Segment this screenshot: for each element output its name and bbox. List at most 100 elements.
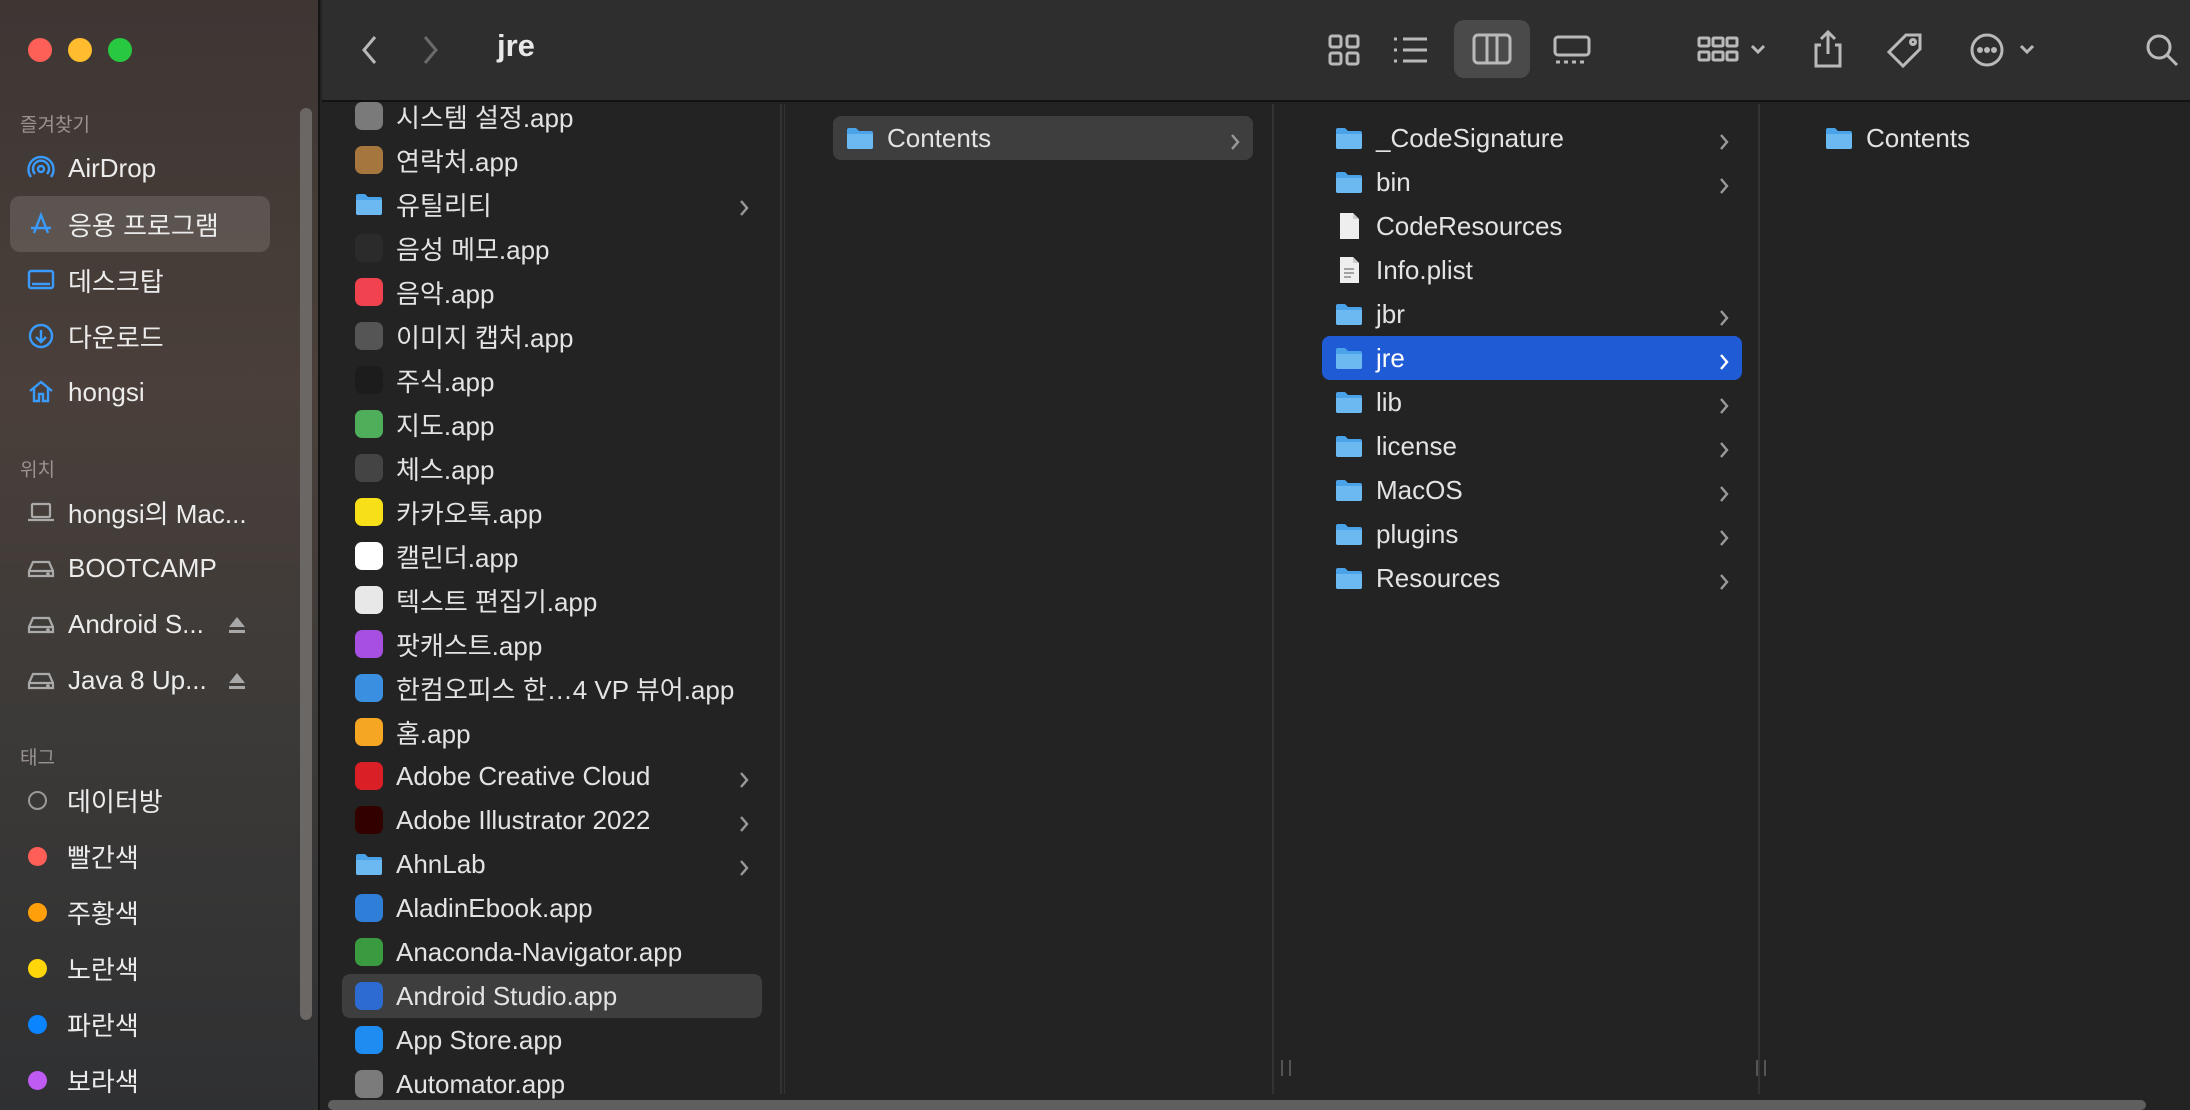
file-row[interactable]: 음성 메모.app (342, 226, 762, 270)
chevron-right-icon (1718, 348, 1730, 370)
file-row[interactable]: 이미지 캡처.app (342, 314, 762, 358)
more-actions-button[interactable] (1966, 28, 2042, 72)
file-row[interactable]: 팟캐스트.app (342, 622, 762, 666)
folder-row[interactable]: jre (1322, 336, 1742, 380)
file-row[interactable]: 시스템 설정.app (342, 94, 762, 138)
chevron-right-icon (1718, 172, 1730, 194)
file-row[interactable]: 주식.app (342, 358, 762, 402)
android-studio-icon (354, 981, 384, 1011)
file-row[interactable]: Adobe Creative Cloud (342, 754, 762, 798)
tag-color-dot (28, 902, 47, 922)
close-window-button[interactable] (28, 38, 52, 62)
folder-row[interactable]: plugins (1322, 512, 1742, 556)
file-row[interactable]: 지도.app (342, 402, 762, 446)
sidebar-item-응용-프로그램[interactable]: 응용 프로그램 (10, 196, 270, 252)
search-icon (2146, 34, 2179, 67)
home-app-icon (354, 717, 384, 747)
column-applications[interactable]: 시스템 설정.app 연락처.app 유틸리티 음성 메모.app 음악.app 이미지 … (322, 102, 804, 1099)
column-resize-handle[interactable] (1281, 1060, 1291, 1076)
file-row[interactable]: 홈.app (342, 710, 762, 754)
column-resize-handle[interactable] (1756, 1060, 1766, 1076)
file-row[interactable]: App Store.app (342, 1018, 762, 1062)
sidebar-item-label: 데스크탑 (68, 266, 164, 297)
file-row[interactable]: 체스.app (342, 446, 762, 490)
file-row[interactable]: AladinEbook.app (342, 886, 762, 930)
file-row[interactable]: Info.plist (1322, 248, 1742, 292)
sidebar-item-location[interactable]: Java 8 Up... (10, 652, 270, 708)
sidebar: 즐겨찾기 AirDrop 응용 프로그램 데스크탑 다운로드 hongsi 위치 hon… (0, 0, 320, 1110)
file-row[interactable]: 카카오톡.app (342, 490, 762, 534)
folder-icon (1334, 343, 1364, 373)
sidebar-item-location[interactable]: Android S... (10, 596, 270, 652)
share-button[interactable] (1806, 24, 1850, 74)
applications-icon (26, 209, 56, 239)
item-label: plugins (1376, 518, 1459, 549)
file-row[interactable]: Adobe Illustrator 2022 (342, 798, 762, 842)
horizontal-scrollbar[interactable] (328, 1100, 2146, 1110)
file-row[interactable]: 한컴오피스 한…4 VP 뷰어.app (342, 666, 762, 710)
sidebar-item-label: 빨간색 (67, 842, 139, 873)
chevron-right-icon (1718, 524, 1730, 546)
tag-button[interactable] (1882, 28, 1928, 74)
chevron-right-icon (738, 854, 750, 876)
file-row[interactable]: Android Studio.app (342, 974, 762, 1018)
sidebar-item-airdrop[interactable]: AirDrop (10, 140, 270, 196)
eject-icon[interactable] (226, 612, 248, 634)
folder-row[interactable]: AhnLab (342, 842, 762, 886)
eject-icon[interactable] (226, 668, 248, 690)
sidebar-item-tag[interactable]: 보라색 (10, 1052, 270, 1108)
back-button[interactable] (350, 28, 390, 72)
item-label: 음성 메모.app (396, 234, 550, 265)
icon-view-button[interactable] (1322, 28, 1366, 72)
sidebar-item-tag[interactable]: 노란색 (10, 940, 270, 996)
sidebar-item-tag[interactable]: 파란색 (10, 996, 270, 1052)
list-view-button[interactable] (1388, 28, 1432, 72)
airdrop-icon (26, 153, 56, 183)
folder-row[interactable]: bin (1322, 160, 1742, 204)
minimize-window-button[interactable] (68, 38, 92, 62)
sidebar-item-location[interactable]: hongsi의 Mac... (10, 484, 270, 540)
column-android-studio[interactable]: Contents (784, 104, 1291, 1094)
file-row[interactable]: 캘린더.app (342, 534, 762, 578)
forward-button[interactable] (410, 28, 450, 72)
sidebar-item-hongsi[interactable]: hongsi (10, 364, 270, 420)
plist-icon (1334, 255, 1364, 285)
podcast-icon (354, 629, 384, 659)
column-jre[interactable]: Contents (1790, 104, 2190, 1094)
folder-row[interactable]: MacOS (1322, 468, 1742, 512)
search-button[interactable] (2140, 28, 2184, 72)
grid-icon (1328, 34, 1360, 66)
folder-row[interactable]: jbr (1322, 292, 1742, 336)
item-label: Android Studio.app (396, 980, 618, 1011)
sidebar-item-location[interactable]: BOOTCAMP (10, 540, 270, 596)
sidebar-item-tag[interactable]: 주황색 (10, 884, 270, 940)
sidebar-item-tag[interactable]: 빨간색 (10, 828, 270, 884)
folder-row[interactable]: 유틸리티 (342, 182, 762, 226)
folder-row[interactable]: Contents (833, 116, 1253, 160)
folder-row[interactable]: Resources (1322, 556, 1742, 600)
desktop-icon (26, 265, 56, 295)
item-label: license (1376, 430, 1457, 461)
file-row[interactable]: 연락처.app (342, 138, 762, 182)
sidebar-item-tag[interactable]: 데이터방 (10, 772, 270, 828)
file-row[interactable]: 텍스트 편집기.app (342, 578, 762, 622)
calendar-icon (354, 541, 384, 571)
sidebar-scrollbar[interactable] (300, 108, 312, 1020)
gallery-view-button[interactable] (1544, 28, 1600, 72)
column-view-button[interactable] (1454, 20, 1530, 78)
file-row[interactable]: 음악.app (342, 270, 762, 314)
group-by-button[interactable] (1692, 28, 1774, 72)
file-row[interactable]: Anaconda-Navigator.app (342, 930, 762, 974)
folder-row[interactable]: lib (1322, 380, 1742, 424)
folder-row[interactable]: _CodeSignature (1322, 116, 1742, 160)
column-contents[interactable]: _CodeSignature bin CodeResources Info.plist… (1300, 104, 1766, 1094)
file-row[interactable]: CodeResources (1322, 204, 1742, 248)
chevron-right-icon (1229, 128, 1241, 150)
sidebar-item-다운로드[interactable]: 다운로드 (10, 308, 270, 364)
contacts-icon (354, 145, 384, 175)
folder-row[interactable]: license (1322, 424, 1742, 468)
aladin-icon (354, 893, 384, 923)
sidebar-item-데스크탑[interactable]: 데스크탑 (10, 252, 270, 308)
folder-row[interactable]: Contents (1812, 116, 2112, 160)
zoom-window-button[interactable] (108, 38, 132, 62)
